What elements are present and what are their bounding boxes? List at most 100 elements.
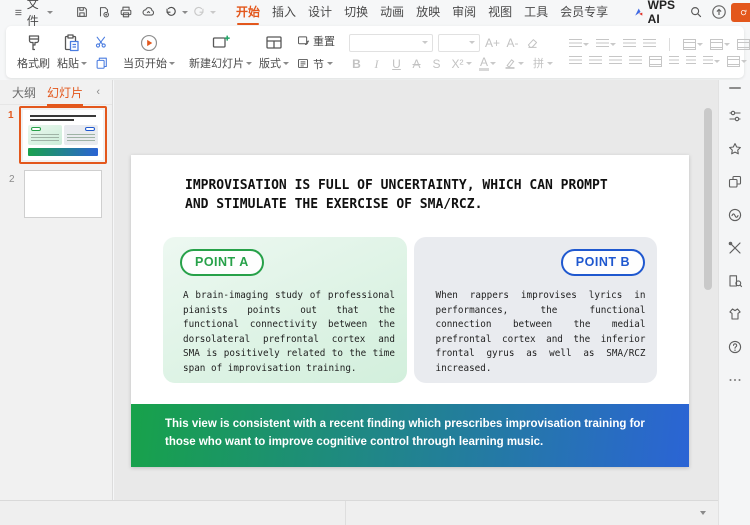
cloud-sync-button[interactable] xyxy=(137,5,160,19)
layout-button[interactable]: 版式 xyxy=(259,33,289,71)
section-button[interactable]: 节 xyxy=(296,56,335,72)
panel-collapse-button[interactable]: ‹ xyxy=(96,86,100,98)
clear-format-icon[interactable] xyxy=(525,36,540,49)
point-b-text[interactable]: When rappers improvises lyrics in perfor… xyxy=(436,289,646,377)
slide-thumbnail-1[interactable] xyxy=(19,106,107,164)
point-a-card[interactable]: POINT A A brain-imaging study of profess… xyxy=(163,237,407,383)
copy-button[interactable] xyxy=(94,56,109,70)
point-b-card[interactable]: POINT B When rappers improvises lyrics i… xyxy=(414,237,658,383)
search-button[interactable] xyxy=(685,5,707,19)
increase-indent-button[interactable] xyxy=(642,39,657,49)
tab-design[interactable]: 设计 xyxy=(302,1,338,23)
strikethrough-button[interactable]: A xyxy=(409,57,424,71)
export-button[interactable] xyxy=(93,5,115,19)
share-button[interactable]: 分享 xyxy=(731,3,750,22)
file-chevron-icon xyxy=(47,11,53,14)
font-color-button[interactable]: A xyxy=(478,57,497,71)
file-menu[interactable]: 文件 xyxy=(10,0,57,29)
font-name-select[interactable] xyxy=(349,34,433,52)
align-center-button[interactable] xyxy=(588,56,603,66)
slide-thumbnail-2[interactable] xyxy=(24,170,102,218)
cloud-upload-button[interactable] xyxy=(707,4,731,20)
print-button[interactable] xyxy=(115,5,137,19)
increase-font-button[interactable]: A+ xyxy=(485,36,500,50)
redo-button[interactable] xyxy=(188,5,210,19)
shadow-button[interactable]: S xyxy=(429,57,444,71)
tab-home[interactable]: 开始 xyxy=(230,1,266,23)
font-size-select[interactable] xyxy=(438,34,480,52)
section-chevron-icon xyxy=(327,62,333,65)
paste-button[interactable]: 粘贴 xyxy=(57,33,87,71)
scrollbar-thumb[interactable] xyxy=(704,108,712,290)
superscript-button[interactable]: X² xyxy=(449,57,473,71)
format-painter-button[interactable]: 格式刷 xyxy=(17,33,50,71)
numbered-list-button[interactable] xyxy=(595,39,617,49)
slide-canvas[interactable]: IMPROVISATION IS FULL OF UNCERTAINTY, WH… xyxy=(131,155,689,467)
underline-button[interactable]: U xyxy=(389,57,404,71)
bold-button[interactable]: B xyxy=(349,57,364,71)
align-left-button[interactable] xyxy=(568,56,583,66)
scissors-icon xyxy=(94,35,109,49)
tab-membership[interactable]: 会员专享 xyxy=(554,1,614,23)
highlight-button[interactable] xyxy=(502,57,525,70)
scroll-down-arrow-icon[interactable] xyxy=(700,511,706,515)
redo-icon xyxy=(192,5,206,19)
bottom-banner[interactable]: This view is consistent with a recent fi… xyxy=(131,404,689,467)
slide-title[interactable]: IMPROVISATION IS FULL OF UNCERTAINTY, WH… xyxy=(185,176,627,214)
decrease-font-button[interactable]: A- xyxy=(505,36,520,50)
tab-slides[interactable]: 幻灯片 xyxy=(47,84,83,101)
cut-button[interactable] xyxy=(94,35,109,49)
resource-search-icon[interactable] xyxy=(727,273,743,289)
skin-clothes-icon[interactable] xyxy=(727,306,743,322)
line-spacing-button[interactable] xyxy=(702,56,721,66)
redo-chevron-icon[interactable] xyxy=(210,11,216,14)
tab-insert[interactable]: 插入 xyxy=(266,1,302,23)
clipboard-group: 格式刷 粘贴 xyxy=(10,29,116,75)
mini-title-line xyxy=(30,115,96,117)
wps-ai-label: WPS AI xyxy=(648,0,679,26)
settings-sliders-icon[interactable] xyxy=(727,108,743,124)
favorites-star-icon[interactable] xyxy=(727,141,743,157)
point-a-pill[interactable]: POINT A xyxy=(180,249,264,276)
undo-button[interactable] xyxy=(160,5,182,19)
sidebar-collapse-icon[interactable] xyxy=(729,87,741,89)
tools-icon[interactable] xyxy=(727,240,743,256)
point-a-text[interactable]: A brain-imaging study of professional pi… xyxy=(183,289,395,377)
vertical-align-button[interactable] xyxy=(726,56,748,67)
justify-button[interactable] xyxy=(628,56,643,66)
start-from-current-button[interactable]: 当页开始 xyxy=(123,33,175,71)
tab-review[interactable]: 审阅 xyxy=(446,1,482,23)
tab-animation[interactable]: 动画 xyxy=(374,1,410,23)
tab-slideshow[interactable]: 放映 xyxy=(410,1,446,23)
phonetic-label: 拼 xyxy=(531,57,546,71)
mini-cards xyxy=(28,125,98,145)
new-slide-button[interactable]: 新建幻灯片 xyxy=(189,33,252,71)
align-right-button[interactable] xyxy=(608,56,623,66)
doodle-circle-icon[interactable] xyxy=(727,207,743,223)
reset-button[interactable]: 重置 xyxy=(296,33,335,49)
char-spacing-icon xyxy=(710,39,723,50)
phonetic-button[interactable]: 拼 xyxy=(530,57,554,71)
tab-view[interactable]: 视图 xyxy=(482,1,518,23)
cards-row: POINT A A brain-imaging study of profess… xyxy=(163,237,657,383)
help-icon[interactable] xyxy=(727,339,743,355)
line-spacing-dec-button[interactable] xyxy=(685,56,697,66)
bullet-list-icon xyxy=(569,39,582,49)
char-spacing-button[interactable] xyxy=(709,39,731,50)
vertical-scrollbar[interactable] xyxy=(704,80,712,500)
distribute-button[interactable] xyxy=(648,56,663,67)
tab-outline[interactable]: 大纲 xyxy=(12,84,36,101)
more-dots-icon[interactable] xyxy=(727,372,743,388)
bullet-list-button[interactable] xyxy=(568,39,590,49)
decrease-indent-button[interactable] xyxy=(622,39,637,49)
shapes-icon[interactable] xyxy=(727,174,743,190)
text-direction-button[interactable] xyxy=(682,39,704,50)
wps-ai-button[interactable]: WPS AI xyxy=(628,0,684,26)
italic-button[interactable]: I xyxy=(369,57,384,71)
point-b-pill[interactable]: POINT B xyxy=(561,249,645,276)
save-button[interactable] xyxy=(71,5,93,19)
convert-smartart-button[interactable] xyxy=(736,39,750,50)
tab-tools[interactable]: 工具 xyxy=(518,1,554,23)
tab-transition[interactable]: 切换 xyxy=(338,1,374,23)
line-spacing-inc-button[interactable] xyxy=(668,56,680,66)
